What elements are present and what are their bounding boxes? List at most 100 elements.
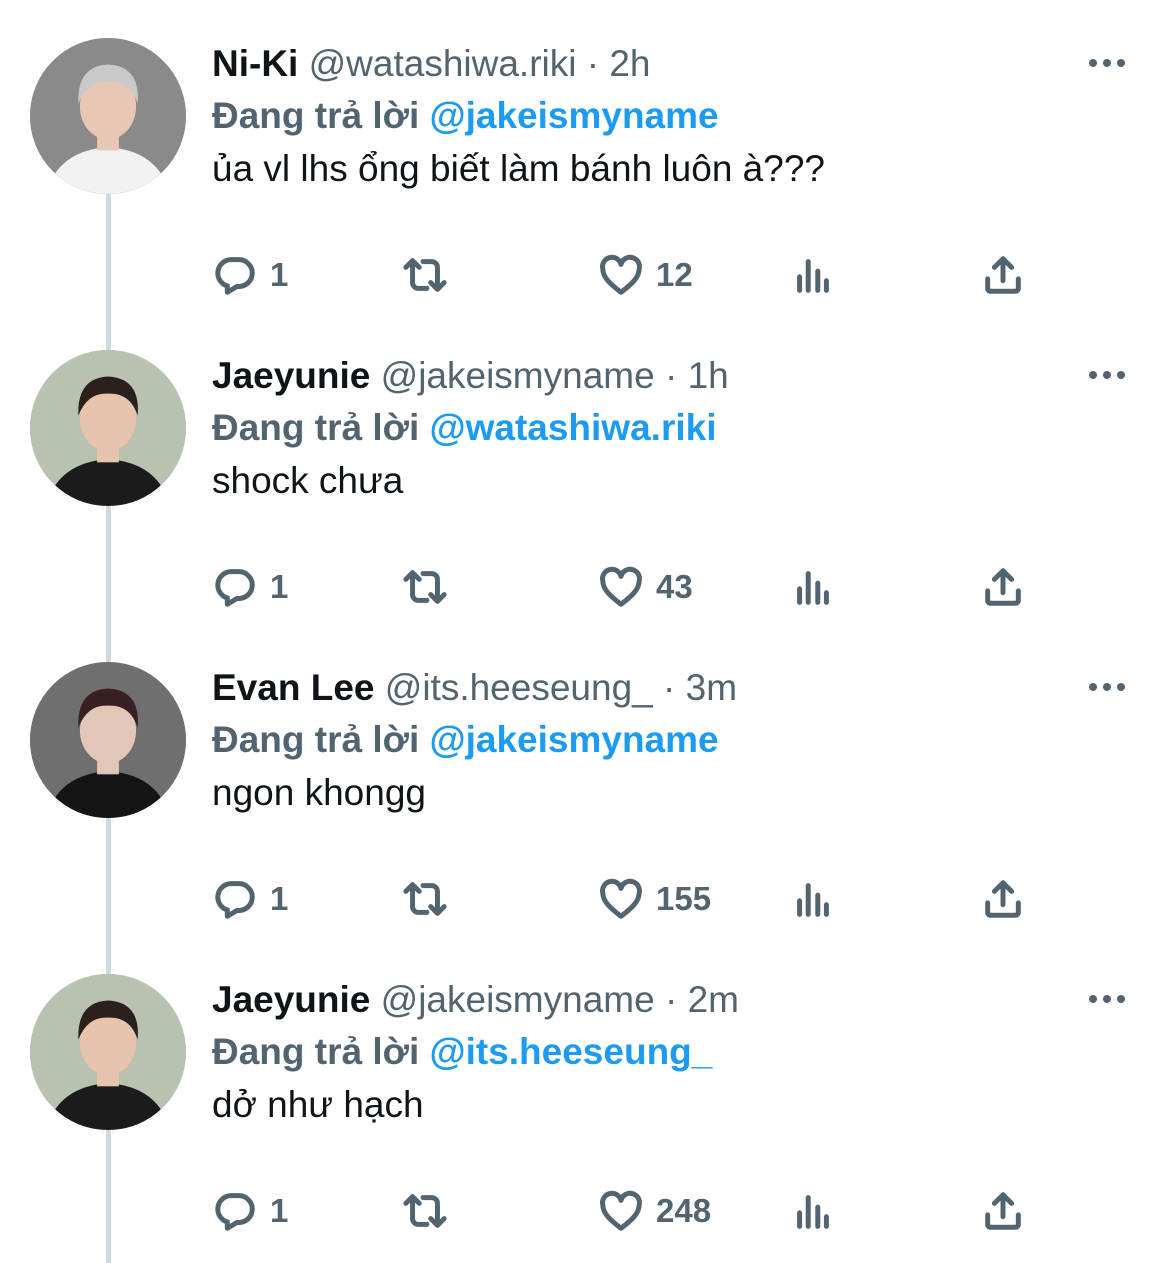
separator: · <box>664 355 678 396</box>
share-icon <box>985 1192 1021 1230</box>
share-button[interactable] <box>980 562 1026 612</box>
avatar[interactable] <box>30 350 186 506</box>
replying-to: Đang trả lời @jakeismyname <box>212 94 719 138</box>
reply-count: 1 <box>270 256 289 293</box>
share-button[interactable] <box>980 250 1026 300</box>
action-bar: 1 43 <box>212 562 1062 612</box>
reply-icon <box>215 1193 255 1231</box>
avatar[interactable] <box>30 38 186 194</box>
like-button[interactable]: 248 <box>598 1186 711 1236</box>
mention-link[interactable]: @jakeismyname <box>430 95 719 136</box>
username[interactable]: @watashiwa.riki <box>309 43 577 84</box>
retweet-button[interactable] <box>402 1186 448 1236</box>
separator: · <box>664 979 678 1020</box>
tweet-text: ngon khongg <box>212 772 426 813</box>
retweet-button[interactable] <box>402 562 448 612</box>
like-count: 43 <box>656 568 693 605</box>
timestamp[interactable]: 2h <box>609 43 650 84</box>
share-button[interactable] <box>980 874 1026 924</box>
like-icon <box>600 878 642 919</box>
like-icon <box>600 566 642 607</box>
mention-link[interactable]: @its.heeseung_ <box>430 1031 713 1072</box>
retweet-button[interactable] <box>402 250 448 300</box>
tweet-header: Jaeyunie @jakeismyname · 1h <box>212 354 729 398</box>
timestamp[interactable]: 1h <box>688 355 729 396</box>
more-icon[interactable] <box>1086 986 1128 1012</box>
reply-button[interactable]: 1 <box>212 874 288 924</box>
like-button[interactable]: 43 <box>598 562 693 612</box>
more-icon[interactable] <box>1086 674 1128 700</box>
tweet-header: Jaeyunie @jakeismyname · 2m <box>212 978 739 1022</box>
reply-icon <box>215 881 255 919</box>
reply-button[interactable]: 1 <box>212 562 288 612</box>
reply-icon <box>215 257 255 295</box>
username[interactable]: @jakeismyname <box>381 979 655 1020</box>
reply-count: 1 <box>270 880 289 917</box>
mention-link[interactable]: @jakeismyname <box>430 719 719 760</box>
replying-to-label: Đang trả lời <box>212 95 420 136</box>
replying-to: Đang trả lời @jakeismyname <box>212 718 719 762</box>
tweet-text: dở như hạch <box>212 1084 424 1125</box>
views-icon <box>797 259 829 293</box>
more-icon[interactable] <box>1086 50 1128 76</box>
action-bar: 1 12 <box>212 250 1062 300</box>
reply-icon <box>215 569 255 607</box>
like-icon <box>600 254 642 295</box>
avatar[interactable] <box>30 974 186 1130</box>
tweet[interactable]: Evan Lee @its.heeseung_ · 3m Đang trả lờ… <box>0 624 1170 936</box>
reply-count: 1 <box>270 1192 289 1229</box>
views-icon <box>797 1195 829 1229</box>
timestamp[interactable]: 2m <box>688 979 739 1020</box>
share-icon <box>985 256 1021 294</box>
views-button[interactable] <box>790 250 836 300</box>
retweet-button[interactable] <box>402 874 448 924</box>
separator: · <box>586 43 600 84</box>
like-button[interactable]: 12 <box>598 250 693 300</box>
retweet-icon <box>403 1194 447 1228</box>
display-name[interactable]: Ni-Ki <box>212 43 298 84</box>
replying-to-label: Đang trả lời <box>212 719 420 760</box>
username[interactable]: @its.heeseung_ <box>385 667 653 708</box>
avatar-image <box>30 974 186 1130</box>
like-icon <box>600 1190 642 1231</box>
tweet-text: ủa vl lhs ổng biết làm bánh luôn à??? <box>212 148 825 189</box>
like-count: 155 <box>656 880 712 917</box>
separator: · <box>663 667 676 708</box>
tweet[interactable]: Ni-Ki @watashiwa.riki · 2h Đang trả lời … <box>0 0 1170 312</box>
retweet-icon <box>403 882 447 916</box>
retweet-icon <box>403 258 447 292</box>
views-icon <box>797 883 829 917</box>
tweet-header: Evan Lee @its.heeseung_ · 3m <box>212 666 737 710</box>
replying-to: Đang trả lời @watashiwa.riki <box>212 406 716 450</box>
display-name[interactable]: Jaeyunie <box>212 979 370 1020</box>
avatar[interactable] <box>30 662 186 818</box>
timestamp[interactable]: 3m <box>686 667 737 708</box>
replying-to-label: Đang trả lời <box>212 407 420 448</box>
like-count: 12 <box>656 256 693 293</box>
views-button[interactable] <box>790 874 836 924</box>
replying-to-label: Đang trả lời <box>212 1031 420 1072</box>
more-icon[interactable] <box>1086 362 1128 388</box>
tweet[interactable]: Jaeyunie @jakeismyname · 1h Đang trả lời… <box>0 312 1170 624</box>
retweet-icon <box>403 570 447 604</box>
views-icon <box>797 571 829 605</box>
views-button[interactable] <box>790 1186 836 1236</box>
action-bar: 1 155 <box>212 874 1062 924</box>
tweet-header: Ni-Ki @watashiwa.riki · 2h <box>212 42 651 86</box>
reply-button[interactable]: 1 <box>212 250 288 300</box>
mention-link[interactable]: @watashiwa.riki <box>430 407 717 448</box>
username[interactable]: @jakeismyname <box>381 355 655 396</box>
like-button[interactable]: 155 <box>598 874 711 924</box>
display-name[interactable]: Evan Lee <box>212 667 374 708</box>
reply-button[interactable]: 1 <box>212 1186 288 1236</box>
share-icon <box>985 880 1021 918</box>
tweet-text: shock chưa <box>212 460 404 501</box>
display-name[interactable]: Jaeyunie <box>212 355 370 396</box>
reply-count: 1 <box>270 568 289 605</box>
views-button[interactable] <box>790 562 836 612</box>
avatar-image <box>30 350 186 506</box>
tweet[interactable]: Jaeyunie @jakeismyname · 2m Đang trả lời… <box>0 936 1170 1248</box>
replying-to: Đang trả lời @its.heeseung_ <box>212 1030 712 1074</box>
share-icon <box>985 568 1021 606</box>
share-button[interactable] <box>980 1186 1026 1236</box>
